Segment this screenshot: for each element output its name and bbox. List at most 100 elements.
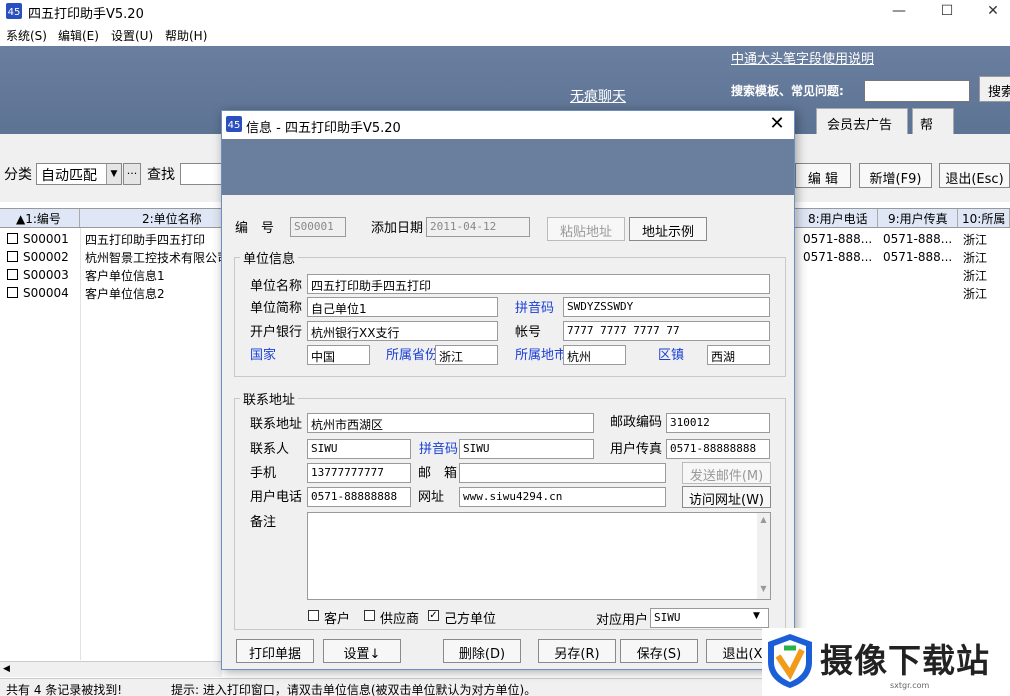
- svg-text:45: 45: [228, 120, 241, 131]
- mobile-field[interactable]: 13777777777: [307, 463, 411, 483]
- account-field[interactable]: 7777 7777 7777 77: [563, 321, 770, 341]
- exit-button[interactable]: 退出(Esc): [939, 163, 1010, 188]
- web-label: 网址: [418, 490, 445, 505]
- mobile-label: 手机: [250, 466, 277, 481]
- supplier-label: 供应商: [380, 612, 420, 627]
- dialog-title: 信息 - 四五打印助手V5.20: [246, 121, 401, 136]
- address-field[interactable]: 杭州市西湖区: [307, 413, 594, 433]
- category-label: 分类: [4, 167, 32, 183]
- pinyin-field[interactable]: SWDYZSSWDY: [563, 297, 770, 317]
- search-label: 搜索模板、常见问题:: [731, 84, 844, 98]
- short-name-field[interactable]: 自己单位1: [307, 297, 498, 317]
- col-header-province[interactable]: 10:所属: [958, 209, 1010, 227]
- col-header-phone[interactable]: 8:用户电话: [796, 209, 878, 227]
- maximize-icon[interactable]: ☐: [924, 0, 970, 22]
- email-label: 邮 箱: [418, 466, 458, 481]
- delete-button[interactable]: 删除(D): [443, 639, 521, 663]
- chevron-down-icon[interactable]: ▼: [753, 611, 760, 621]
- edit-button[interactable]: 编 辑: [795, 163, 851, 188]
- paste-address-button[interactable]: 粘贴地址: [547, 217, 625, 241]
- supplier-checkbox[interactable]: [364, 610, 375, 621]
- notes-label: 备注: [250, 515, 277, 530]
- email-field[interactable]: [459, 463, 666, 483]
- person-label: 联系人: [250, 442, 290, 457]
- watermark-text: 摄像下载站: [820, 641, 990, 680]
- settings-button[interactable]: 设置↓: [323, 639, 401, 663]
- search-button[interactable]: 搜索: [979, 76, 1010, 102]
- category-more-button[interactable]: ···: [123, 163, 141, 185]
- city-label: 所属地市: [515, 348, 568, 363]
- district-field[interactable]: 西湖: [707, 345, 770, 365]
- country-field[interactable]: 中国: [307, 345, 370, 365]
- print-button[interactable]: 打印单据: [236, 639, 314, 663]
- menu-edit[interactable]: 编辑(E): [58, 27, 99, 44]
- cell-name: 客户单位信息1: [85, 269, 165, 283]
- row-checkbox[interactable]: [7, 251, 18, 262]
- app-icon: 45: [226, 116, 242, 132]
- status-hint: 提示: 进入打印窗口，请双击单位信息(被双击单位默认为对方单位)。: [171, 683, 537, 696]
- bank-field[interactable]: 杭州银行XX支行: [307, 321, 498, 341]
- add-button[interactable]: 新增(F9): [859, 163, 932, 188]
- scroll-up-icon[interactable]: ▲: [757, 515, 770, 524]
- pinyin-label: 拼音码: [515, 301, 555, 316]
- send-mail-button[interactable]: 发送邮件(M): [682, 462, 771, 484]
- person-pinyin-label: 拼音码: [419, 442, 459, 457]
- site-logo-icon: [768, 634, 812, 688]
- notes-scrollbar[interactable]: ▲ ▼: [757, 513, 770, 599]
- date-field: 2011-04-12: [426, 217, 530, 237]
- save-button[interactable]: 保存(S): [620, 639, 698, 663]
- search-input[interactable]: [864, 80, 970, 102]
- address-example-button[interactable]: 地址示例: [629, 217, 707, 241]
- row-checkbox[interactable]: [7, 269, 18, 280]
- window-title: 四五打印助手V5.20: [28, 7, 144, 22]
- fax-field[interactable]: 0571-88888888: [666, 439, 770, 459]
- zip-field[interactable]: 310012: [666, 413, 770, 433]
- scroll-down-icon[interactable]: ▼: [757, 584, 770, 593]
- phone-field[interactable]: 0571-88888888: [307, 487, 411, 507]
- province-field[interactable]: 浙江: [435, 345, 498, 365]
- tab-remove-ads[interactable]: 会员去广告: [816, 108, 908, 134]
- user-select[interactable]: SIWU: [650, 608, 769, 628]
- close-icon[interactable]: ✕: [762, 113, 792, 137]
- find-input[interactable]: [180, 163, 225, 185]
- city-field[interactable]: 杭州: [563, 345, 626, 365]
- address-label: 联系地址: [250, 417, 303, 432]
- close-icon[interactable]: ✕: [970, 0, 1010, 22]
- person-field[interactable]: SIWU: [307, 439, 411, 459]
- dialog-banner: [222, 139, 794, 195]
- account-label: 帐号: [515, 325, 542, 340]
- col-header-name[interactable]: 2:单位名称: [80, 209, 222, 227]
- customer-checkbox[interactable]: [308, 610, 319, 621]
- row-checkbox[interactable]: [7, 233, 18, 244]
- tab-help[interactable]: 帮助: [912, 108, 954, 152]
- district-label: 区镇: [658, 348, 685, 363]
- web-field[interactable]: www.siwu4294.cn: [459, 487, 666, 507]
- menu-help[interactable]: 帮助(H): [165, 27, 207, 44]
- chat-link[interactable]: 无痕聊天: [570, 86, 626, 106]
- menu-system[interactable]: 系统(S): [6, 27, 47, 44]
- help-doc-link[interactable]: 中通大头笔字段使用说明: [731, 48, 874, 67]
- save-as-button[interactable]: 另存(R): [538, 639, 616, 663]
- fax-label: 用户传真: [610, 442, 663, 457]
- menu-settings[interactable]: 设置(U): [111, 27, 153, 44]
- col-header-fax[interactable]: 9:用户传真: [878, 209, 958, 227]
- minimize-icon[interactable]: —: [876, 0, 922, 22]
- title-bar: 45 四五打印助手V5.20 — ☐ ✕: [0, 0, 1010, 22]
- row-checkbox[interactable]: [7, 287, 18, 298]
- unit-name-field[interactable]: 四五打印助手四五打印: [307, 274, 770, 294]
- person-pinyin-field[interactable]: SIWU: [459, 439, 594, 459]
- user-label: 对应用户: [596, 613, 649, 628]
- own-unit-checkbox[interactable]: ✓: [428, 610, 439, 621]
- customer-label: 客户: [324, 612, 351, 627]
- visit-web-button[interactable]: 访问网址(W): [682, 486, 771, 508]
- find-label: 查找: [147, 167, 175, 183]
- notes-textarea[interactable]: [307, 512, 771, 600]
- record-count: 共有 4 条记录被找到!: [6, 683, 123, 696]
- chevron-down-icon[interactable]: ▼: [106, 164, 121, 184]
- short-name-label: 单位简称: [250, 301, 303, 316]
- col-header-id[interactable]: ▲1:编号: [0, 209, 80, 227]
- horizontal-scrollbar[interactable]: ◀: [0, 661, 222, 677]
- contact-title: 联系地址: [240, 389, 299, 408]
- watermark-url: sxtgr.com: [890, 681, 930, 690]
- scroll-left-icon[interactable]: ◀: [3, 664, 10, 674]
